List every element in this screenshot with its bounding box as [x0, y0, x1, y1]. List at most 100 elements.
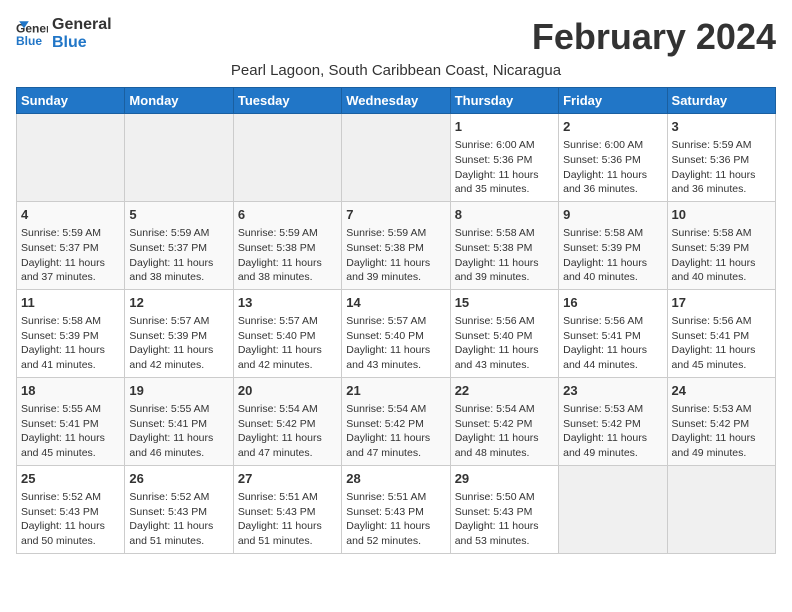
- day-number: 1: [455, 118, 554, 136]
- day-info: Sunrise: 5:55 AM Sunset: 5:41 PM Dayligh…: [21, 402, 120, 461]
- day-number: 15: [455, 294, 554, 312]
- calendar-cell: 24Sunrise: 5:53 AM Sunset: 5:42 PM Dayli…: [667, 377, 775, 465]
- page-subtitle: Pearl Lagoon, South Caribbean Coast, Nic…: [16, 62, 776, 79]
- day-number: 7: [346, 206, 445, 224]
- day-number: 23: [563, 382, 662, 400]
- calendar-cell: 23 Sunrise: 5:53 AM Sunset: 5:42 PM Dayli…: [559, 377, 667, 465]
- calendar-cell: 20Sunrise: 5:54 AM Sunset: 5:42 PM Dayli…: [233, 377, 341, 465]
- header-day-thursday: Thursday: [450, 88, 558, 114]
- calendar-cell: 6Sunrise: 5:59 AM Sunset: 5:38 PM Daylig…: [233, 201, 341, 289]
- day-number: 19: [129, 382, 228, 400]
- calendar-header-row: SundayMondayTuesdayWednesdayThursdayFrid…: [17, 88, 776, 114]
- calendar-cell: 8Sunrise: 5:58 AM Sunset: 5:38 PM Daylig…: [450, 201, 558, 289]
- day-info: Sunrise: 5:51 AM Sunset: 5:43 PM Dayligh…: [346, 490, 445, 549]
- calendar-body: 1 Sunrise: 6:00 AM Sunset: 5:36 PM Daylig…: [17, 114, 776, 554]
- day-number: 2: [563, 118, 662, 136]
- calendar-cell: 15 Sunrise: 5:56 AM Sunset: 5:40 PM Dayli…: [450, 289, 558, 377]
- calendar-cell: 3 Sunrise: 5:59 AM Sunset: 5:36 PM Daylig…: [667, 114, 775, 202]
- day-number: 28: [346, 470, 445, 488]
- day-number: 10: [672, 206, 771, 224]
- day-number: 14: [346, 294, 445, 312]
- day-info: Sunrise: 5:57 AM Sunset: 5:40 PM Dayligh…: [238, 314, 337, 373]
- day-number: 27: [238, 470, 337, 488]
- day-number: 18: [21, 382, 120, 400]
- day-number: 11: [21, 294, 120, 312]
- day-info: Sunrise: 5:56 AM Sunset: 5:41 PM Dayligh…: [672, 314, 771, 373]
- logo-line1: General: [52, 16, 112, 34]
- day-info: Sunrise: 5:59 AM Sunset: 5:36 PM Dayligh…: [672, 138, 771, 197]
- calendar-cell: [125, 114, 233, 202]
- calendar-week-row: 11 Sunrise: 5:58 AM Sunset: 5:39 PM Dayli…: [17, 289, 776, 377]
- calendar-cell: 16 Sunrise: 5:56 AM Sunset: 5:41 PM Dayli…: [559, 289, 667, 377]
- calendar-cell: 2 Sunrise: 6:00 AM Sunset: 5:36 PM Daylig…: [559, 114, 667, 202]
- day-info: Sunrise: 5:55 AM Sunset: 5:41 PM Dayligh…: [129, 402, 228, 461]
- calendar-cell: 22Sunrise: 5:54 AM Sunset: 5:42 PM Dayli…: [450, 377, 558, 465]
- calendar-week-row: 1 Sunrise: 6:00 AM Sunset: 5:36 PM Daylig…: [17, 114, 776, 202]
- calendar-week-row: 4 Sunrise: 5:59 AM Sunset: 5:37 PM Daylig…: [17, 201, 776, 289]
- day-number: 6: [238, 206, 337, 224]
- calendar-cell: [17, 114, 125, 202]
- calendar-cell: 21Sunrise: 5:54 AM Sunset: 5:42 PM Dayli…: [342, 377, 450, 465]
- calendar-cell: 19 Sunrise: 5:55 AM Sunset: 5:41 PM Dayli…: [125, 377, 233, 465]
- calendar-week-row: 25 Sunrise: 5:52 AM Sunset: 5:43 PM Dayli…: [17, 465, 776, 553]
- page-title: February 2024: [532, 16, 776, 58]
- calendar-cell: 10Sunrise: 5:58 AM Sunset: 5:39 PM Dayli…: [667, 201, 775, 289]
- calendar-cell: 11 Sunrise: 5:58 AM Sunset: 5:39 PM Dayli…: [17, 289, 125, 377]
- calendar-cell: 7Sunrise: 5:59 AM Sunset: 5:38 PM Daylig…: [342, 201, 450, 289]
- calendar-cell: 9 Sunrise: 5:58 AM Sunset: 5:39 PM Daylig…: [559, 201, 667, 289]
- header-day-tuesday: Tuesday: [233, 88, 341, 114]
- logo: General Blue General Blue: [16, 16, 112, 53]
- svg-text:Blue: Blue: [16, 35, 42, 49]
- calendar-cell: [559, 465, 667, 553]
- day-info: Sunrise: 5:58 AM Sunset: 5:38 PM Dayligh…: [455, 226, 554, 285]
- calendar-table: SundayMondayTuesdayWednesdayThursdayFrid…: [16, 87, 776, 554]
- day-info: Sunrise: 5:58 AM Sunset: 5:39 PM Dayligh…: [563, 226, 662, 285]
- calendar-cell: 26 Sunrise: 5:52 AM Sunset: 5:43 PM Dayli…: [125, 465, 233, 553]
- day-info: Sunrise: 5:59 AM Sunset: 5:37 PM Dayligh…: [21, 226, 120, 285]
- day-info: Sunrise: 5:51 AM Sunset: 5:43 PM Dayligh…: [238, 490, 337, 549]
- day-info: Sunrise: 6:00 AM Sunset: 5:36 PM Dayligh…: [455, 138, 554, 197]
- day-info: Sunrise: 5:57 AM Sunset: 5:40 PM Dayligh…: [346, 314, 445, 373]
- day-info: Sunrise: 5:54 AM Sunset: 5:42 PM Dayligh…: [346, 402, 445, 461]
- calendar-cell: [233, 114, 341, 202]
- header-day-friday: Friday: [559, 88, 667, 114]
- day-info: Sunrise: 5:53 AM Sunset: 5:42 PM Dayligh…: [563, 402, 662, 461]
- header-day-sunday: Sunday: [17, 88, 125, 114]
- day-number: 26: [129, 470, 228, 488]
- day-number: 29: [455, 470, 554, 488]
- calendar-cell: 14 Sunrise: 5:57 AM Sunset: 5:40 PM Dayli…: [342, 289, 450, 377]
- calendar-week-row: 18 Sunrise: 5:55 AM Sunset: 5:41 PM Dayli…: [17, 377, 776, 465]
- day-info: Sunrise: 5:58 AM Sunset: 5:39 PM Dayligh…: [21, 314, 120, 373]
- calendar-cell: 13Sunrise: 5:57 AM Sunset: 5:40 PM Dayli…: [233, 289, 341, 377]
- day-number: 22: [455, 382, 554, 400]
- day-number: 12: [129, 294, 228, 312]
- calendar-cell: 12 Sunrise: 5:57 AM Sunset: 5:39 PM Dayli…: [125, 289, 233, 377]
- header-day-monday: Monday: [125, 88, 233, 114]
- calendar-cell: 17 Sunrise: 5:56 AM Sunset: 5:41 PM Dayli…: [667, 289, 775, 377]
- header-day-saturday: Saturday: [667, 88, 775, 114]
- calendar-cell: 4 Sunrise: 5:59 AM Sunset: 5:37 PM Daylig…: [17, 201, 125, 289]
- day-info: Sunrise: 5:56 AM Sunset: 5:41 PM Dayligh…: [563, 314, 662, 373]
- day-number: 3: [672, 118, 771, 136]
- calendar-cell: 5 Sunrise: 5:59 AM Sunset: 5:37 PM Daylig…: [125, 201, 233, 289]
- day-info: Sunrise: 5:59 AM Sunset: 5:37 PM Dayligh…: [129, 226, 228, 285]
- logo-icon: General Blue: [16, 18, 48, 50]
- day-info: Sunrise: 5:56 AM Sunset: 5:40 PM Dayligh…: [455, 314, 554, 373]
- day-info: Sunrise: 6:00 AM Sunset: 5:36 PM Dayligh…: [563, 138, 662, 197]
- day-info: Sunrise: 5:50 AM Sunset: 5:43 PM Dayligh…: [455, 490, 554, 549]
- day-number: 20: [238, 382, 337, 400]
- day-number: 9: [563, 206, 662, 224]
- day-number: 4: [21, 206, 120, 224]
- day-number: 5: [129, 206, 228, 224]
- day-info: Sunrise: 5:52 AM Sunset: 5:43 PM Dayligh…: [129, 490, 228, 549]
- day-number: 25: [21, 470, 120, 488]
- calendar-cell: 27 Sunrise: 5:51 AM Sunset: 5:43 PM Dayli…: [233, 465, 341, 553]
- calendar-cell: 25Sunrise: 5:52 AM Sunset: 5:43 PM Dayli…: [17, 465, 125, 553]
- day-number: 24: [672, 382, 771, 400]
- calendar-cell: 18 Sunrise: 5:55 AM Sunset: 5:41 PM Dayli…: [17, 377, 125, 465]
- day-info: Sunrise: 5:57 AM Sunset: 5:39 PM Dayligh…: [129, 314, 228, 373]
- calendar-cell: [342, 114, 450, 202]
- day-number: 17: [672, 294, 771, 312]
- calendar-cell: 28 Sunrise: 5:51 AM Sunset: 5:43 PM Dayli…: [342, 465, 450, 553]
- day-number: 16: [563, 294, 662, 312]
